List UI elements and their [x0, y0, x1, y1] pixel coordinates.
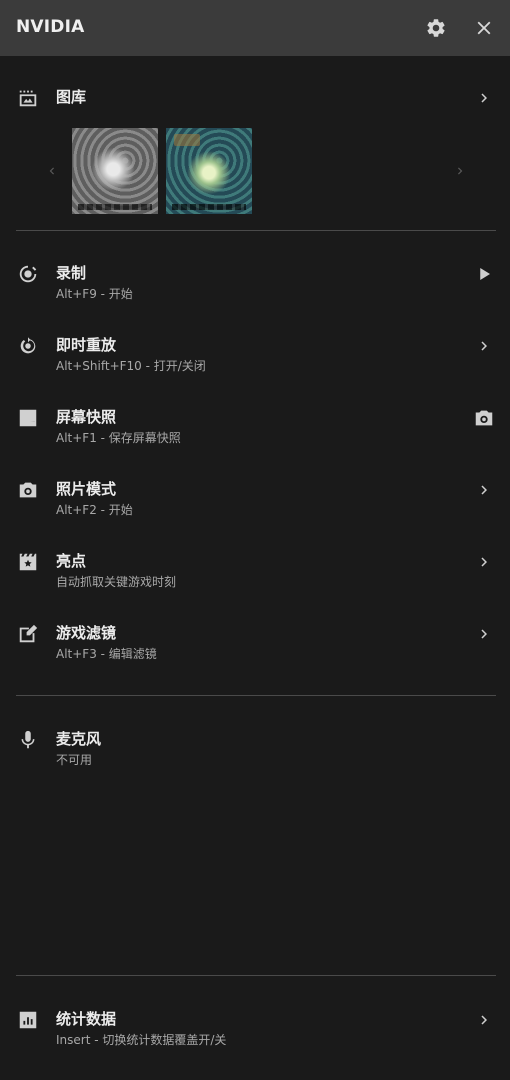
- gallery-thumbnail[interactable]: [166, 128, 252, 214]
- chevron-right-icon: [458, 167, 463, 175]
- instant-replay-title: 即时重放: [56, 336, 117, 354]
- gallery-title: 图库: [56, 88, 87, 106]
- close-button[interactable]: [472, 16, 496, 40]
- microphone-row[interactable]: 麦克风 不可用: [0, 729, 510, 785]
- record-row[interactable]: 录制 Alt+F9 - 开始: [0, 263, 510, 319]
- brand-title: NVIDIA: [16, 17, 85, 37]
- bar-chart-icon: [17, 1009, 39, 1031]
- chevron-right-icon: [472, 623, 496, 645]
- gallery-thumbnail[interactable]: [72, 128, 158, 214]
- photo-mode-shortcut: Alt+F2 - 开始: [56, 503, 133, 517]
- statistics-shortcut: Insert - 切换统计数据覆盖开/关: [56, 1033, 227, 1047]
- divider: [16, 975, 496, 976]
- chevron-right-icon: [472, 335, 496, 357]
- highlights-row[interactable]: 亮点 自动抓取关键游戏时刻: [0, 551, 510, 607]
- chevron-right-icon: [472, 479, 496, 501]
- statistics-title: 统计数据: [56, 1010, 117, 1028]
- gear-icon: [427, 19, 445, 37]
- highlights-description: 自动抓取关键游戏时刻: [56, 575, 177, 589]
- game-filter-row[interactable]: 游戏滤镜 Alt+F3 - 编辑滤镜: [0, 623, 510, 679]
- game-filter-shortcut: Alt+F3 - 编辑滤镜: [56, 647, 157, 661]
- game-filter-title: 游戏滤镜: [56, 624, 117, 642]
- photo-mode-title: 照片模式: [56, 480, 117, 498]
- gallery-icon: [17, 87, 39, 109]
- highlights-title: 亮点: [56, 552, 87, 570]
- chevron-left-icon: [49, 167, 54, 175]
- highlights-icon: [17, 551, 39, 573]
- camera-icon: [472, 407, 496, 429]
- edit-image-icon: [17, 623, 39, 645]
- image-icon: [17, 407, 39, 429]
- photo-mode-row[interactable]: 照片模式 Alt+F2 - 开始: [0, 479, 510, 535]
- settings-button[interactable]: [424, 16, 448, 40]
- instant-replay-shortcut: Alt+Shift+F10 - 打开/关闭: [56, 359, 206, 373]
- statistics-row[interactable]: 统计数据 Insert - 切换统计数据覆盖开/关: [0, 1009, 510, 1065]
- divider: [16, 695, 496, 696]
- overlay-header: NVIDIA: [0, 0, 510, 56]
- screenshot-row[interactable]: 屏幕快照 Alt+F1 - 保存屏幕快照: [0, 407, 510, 463]
- gallery-prev-button[interactable]: [45, 162, 59, 180]
- record-icon: [17, 263, 39, 285]
- instant-replay-row[interactable]: 即时重放 Alt+Shift+F10 - 打开/关闭: [0, 335, 510, 391]
- microphone-title: 麦克风: [56, 730, 102, 748]
- chevron-right-icon: [472, 87, 496, 109]
- instant-replay-icon: [17, 335, 39, 357]
- gallery-next-button[interactable]: [453, 162, 467, 180]
- screenshot-shortcut: Alt+F1 - 保存屏幕快照: [56, 431, 181, 445]
- gallery-thumbnails: [0, 128, 510, 214]
- record-shortcut: Alt+F9 - 开始: [56, 287, 133, 301]
- screenshot-title: 屏幕快照: [56, 408, 117, 426]
- play-icon: [472, 263, 496, 285]
- microphone-status: 不可用: [56, 753, 93, 767]
- microphone-icon: [17, 729, 39, 751]
- divider: [16, 230, 496, 231]
- camera-icon: [17, 479, 39, 501]
- record-title: 录制: [56, 264, 87, 282]
- chevron-right-icon: [472, 1009, 496, 1031]
- chevron-right-icon: [472, 551, 496, 573]
- close-icon: [477, 21, 491, 35]
